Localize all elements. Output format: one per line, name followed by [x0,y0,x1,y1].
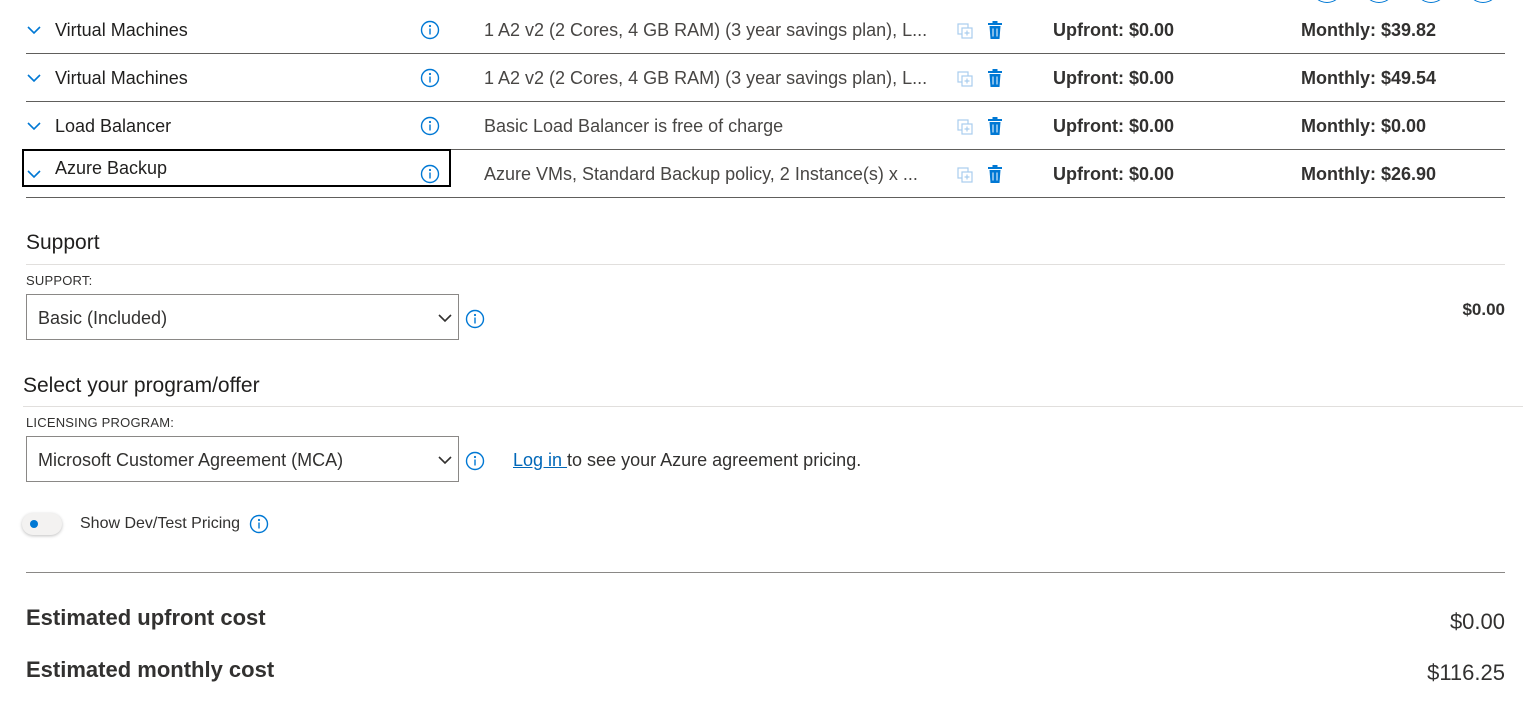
upfront-cost: Upfront: $0.00 [1053,68,1175,88]
service-name[interactable]: Virtual Machines [55,68,188,89]
chevron-down-icon[interactable] [26,22,42,38]
chevron-down-icon[interactable] [26,166,42,182]
login-link[interactable]: Log in [513,450,567,470]
chevron-down-icon [438,456,452,465]
service-description: Azure VMs, Standard Backup policy, 2 Ins… [484,164,918,184]
info-icon[interactable] [420,164,440,184]
clone-icon[interactable] [957,71,973,87]
delete-icon[interactable] [987,21,1003,39]
info-icon[interactable] [465,451,485,471]
estimate-row-load-balancer: Load Balancer Basic Load Balancer is fre… [26,102,1505,150]
delete-icon[interactable] [987,69,1003,87]
action-circle-button[interactable] [1363,0,1395,3]
estimate-row-vm-2: Virtual Machines 1 A2 v2 (2 Cores, 4 GB … [26,54,1505,102]
upfront-cost: Upfront: $0.00 [1053,164,1175,184]
clone-icon[interactable] [957,119,973,135]
delete-icon[interactable] [987,117,1003,135]
chevron-down-icon[interactable] [26,70,42,86]
service-name[interactable]: Azure Backup [22,149,451,187]
info-icon[interactable] [420,20,440,40]
licensing-selected-value: Microsoft Customer Agreement (MCA) [38,450,344,470]
service-description: 1 A2 v2 (2 Cores, 4 GB RAM) (3 year savi… [484,20,928,40]
info-icon[interactable] [249,514,269,534]
monthly-cost: Monthly: $0.00 [1301,116,1427,136]
action-circle-button[interactable] [1415,0,1447,3]
clone-icon[interactable] [957,167,973,183]
divider [23,406,1523,407]
support-selected-value: Basic (Included) [38,308,168,328]
estimated-monthly-label: Estimated monthly cost [26,657,275,682]
service-description: Basic Load Balancer is free of charge [484,116,784,136]
monthly-cost: Monthly: $49.54 [1301,68,1437,88]
service-name[interactable]: Load Balancer [55,116,171,137]
chevron-down-icon[interactable] [26,118,42,134]
support-price: $0.00 [1462,300,1505,319]
program-heading: Select your program/offer [23,374,260,397]
monthly-cost: Monthly: $26.90 [1301,164,1437,184]
estimated-upfront-label: Estimated upfront cost [26,605,266,630]
support-select[interactable]: Basic (Included) [26,294,459,340]
estimate-rows: Virtual Machines 1 A2 v2 (2 Cores, 4 GB … [22,6,1505,198]
service-description: 1 A2 v2 (2 Cores, 4 GB RAM) (3 year savi… [484,68,928,88]
clone-icon[interactable] [957,23,973,39]
devtest-toggle[interactable] [22,513,62,535]
licensing-program-label: LICENSING PROGRAM: [26,415,175,430]
top-action-buttons [1311,0,1499,3]
chevron-down-icon [438,314,452,323]
totals-divider [26,572,1505,573]
upfront-cost: Upfront: $0.00 [1053,20,1175,40]
action-circle-button[interactable] [1467,0,1499,3]
estimated-monthly-value: $116.25 [1427,660,1505,685]
delete-icon[interactable] [987,165,1003,183]
estimate-row-vm-1: Virtual Machines 1 A2 v2 (2 Cores, 4 GB … [26,6,1505,54]
info-icon[interactable] [420,116,440,136]
support-heading: Support [26,231,100,254]
divider [26,264,1505,265]
support-label: SUPPORT: [26,273,93,288]
login-prompt: Log in to see your Azure agreement prici… [513,450,861,471]
estimate-row-azure-backup: Azure Backup Azure VMs, Standard Backup … [22,149,1505,198]
toggle-knob [30,520,38,528]
action-circle-button[interactable] [1311,0,1343,3]
info-icon[interactable] [420,68,440,88]
info-icon[interactable] [465,309,485,329]
licensing-program-select[interactable]: Microsoft Customer Agreement (MCA) [26,436,459,482]
estimated-upfront-value: $0.00 [1449,609,1505,634]
monthly-cost: Monthly: $39.82 [1301,20,1437,40]
upfront-cost: Upfront: $0.00 [1053,116,1175,136]
login-suffix: to see your Azure agreement pricing. [567,450,862,470]
devtest-label: Show Dev/Test Pricing [80,515,241,532]
service-name[interactable]: Virtual Machines [55,20,188,41]
